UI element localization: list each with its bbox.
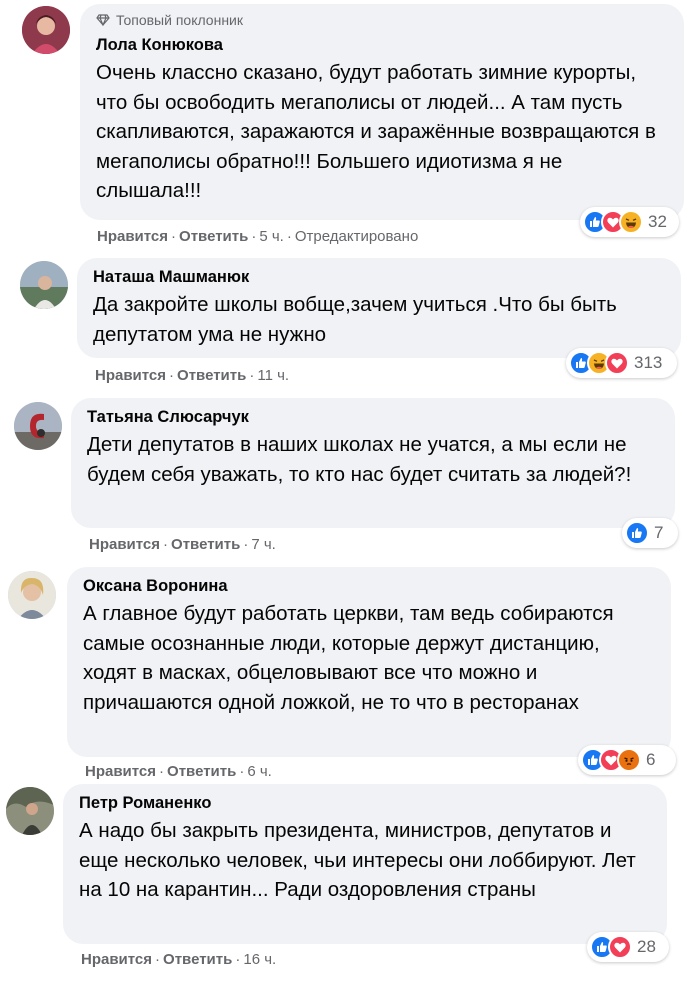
reactions-summary[interactable]: 32 — [580, 207, 679, 237]
comment-author[interactable]: Оксана Воронина — [83, 575, 657, 597]
separator: · — [171, 228, 177, 245]
separator: · — [235, 951, 241, 968]
comment-actions: Нравится · Ответить · 5 ч. · Отредактировано — [97, 228, 418, 245]
reply-button[interactable]: Ответить — [177, 367, 246, 384]
reply-button[interactable]: Ответить — [167, 763, 236, 780]
love-icon — [608, 935, 632, 959]
comment-author[interactable]: Наташа Машманюк — [93, 266, 667, 288]
separator: · — [239, 763, 245, 780]
diamond-icon — [96, 14, 110, 26]
comment-time[interactable]: 6 ч. — [247, 763, 272, 780]
avatar[interactable] — [22, 6, 70, 54]
comment-text: А главное будут работать церкви, там вед… — [83, 602, 614, 714]
comment-text: Да закройте школы вобще,зачем учиться .Ч… — [93, 293, 617, 346]
reaction-count: 313 — [634, 353, 663, 372]
top-fan-badge[interactable]: Топовый поклонник — [96, 12, 670, 28]
reply-button[interactable]: Ответить — [163, 951, 232, 968]
reactions-summary[interactable]: 7 — [622, 518, 678, 548]
comment-actions: Нравится · Ответить · 11 ч. — [95, 367, 289, 384]
comment-bubble: Петр Романенко А надо бы закрыть президе… — [63, 784, 667, 944]
like-button[interactable]: Нравится — [85, 763, 156, 780]
separator: · — [251, 228, 257, 245]
comment-text: Дети депутатов в наших школах не учатся,… — [87, 433, 632, 486]
like-button[interactable]: Нравится — [89, 536, 160, 553]
like-button[interactable]: Нравится — [81, 951, 152, 968]
separator: · — [286, 228, 292, 245]
like-button[interactable]: Нравится — [95, 367, 166, 384]
reaction-count: 28 — [637, 937, 656, 956]
separator: · — [249, 367, 255, 384]
avatar[interactable] — [6, 787, 54, 835]
avatar[interactable] — [8, 571, 56, 619]
reply-button[interactable]: Ответить — [171, 536, 240, 553]
avatar[interactable] — [20, 261, 68, 309]
comment-time[interactable]: 7 ч. — [251, 536, 276, 553]
comment-author[interactable]: Татьяна Слюсарчук — [87, 406, 661, 428]
love-icon — [605, 351, 629, 375]
like-button[interactable]: Нравится — [97, 228, 168, 245]
reactions-summary[interactable]: 313 — [566, 348, 677, 378]
haha-icon — [619, 210, 643, 234]
comment-time[interactable]: 5 ч. — [259, 228, 284, 245]
separator: · — [243, 536, 249, 553]
reactions-summary[interactable]: 6 — [578, 745, 676, 775]
comment-time[interactable]: 16 ч. — [243, 951, 276, 968]
comment-text: Очень классно сказано, будут работать зи… — [96, 61, 656, 202]
angry-icon — [617, 748, 641, 772]
comment-actions: Нравится · Ответить · 7 ч. — [89, 536, 276, 553]
edited-label[interactable]: Отредактировано — [295, 228, 418, 245]
reactions-summary[interactable]: 28 — [587, 932, 669, 962]
comment-time[interactable]: 11 ч. — [257, 367, 289, 384]
reaction-count: 32 — [648, 212, 667, 231]
avatar[interactable] — [14, 402, 62, 450]
comment-author[interactable]: Петр Романенко — [79, 792, 653, 814]
reply-button[interactable]: Ответить — [179, 228, 248, 245]
separator: · — [163, 536, 169, 553]
separator: · — [169, 367, 175, 384]
reaction-count: 7 — [654, 523, 664, 542]
separator: · — [159, 763, 165, 780]
comment-bubble: Татьяна Слюсарчук Дети депутатов в наших… — [71, 398, 675, 528]
comment-author[interactable]: Лола Конюкова — [96, 34, 670, 56]
like-icon — [625, 521, 649, 545]
comment-bubble: Оксана Воронина А главное будут работать… — [67, 567, 671, 757]
separator: · — [155, 951, 161, 968]
reaction-count: 6 — [646, 750, 656, 769]
comment-bubble: Наташа Машманюк Да закройте школы вобще,… — [77, 258, 681, 358]
comment-actions: Нравится · Ответить · 16 ч. — [81, 951, 276, 968]
comment-text: А надо бы закрыть президента, министров,… — [79, 819, 636, 901]
badge-label: Топовый поклонник — [116, 12, 243, 28]
comment-actions: Нравится · Ответить · 6 ч. — [85, 763, 272, 780]
comment-bubble: Топовый поклонник Лола Конюкова Очень кл… — [80, 4, 684, 220]
